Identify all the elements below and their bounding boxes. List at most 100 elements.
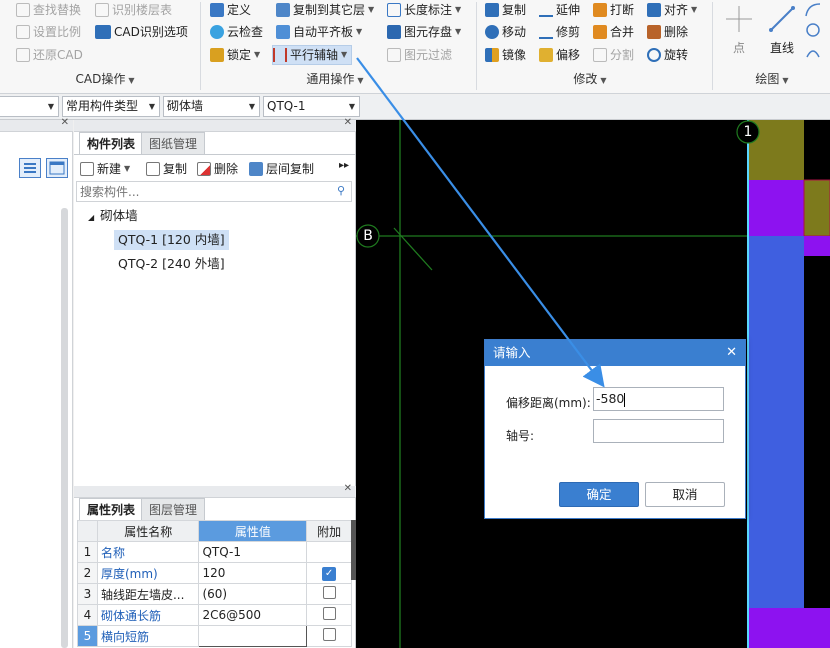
wall-segment-purple[interactable] [748,180,804,236]
offset-distance-input[interactable]: -580 [593,387,724,411]
ribbon-divider [712,2,713,90]
table-row[interactable]: 4 砌体通长筋 2C6@500 [77,604,352,626]
break-button[interactable]: 打断 [593,0,634,20]
filter-icon [387,48,401,62]
cloud-check-button[interactable]: 云检查 [210,22,263,42]
property-name: 名称 [96,541,200,563]
floor-copy-button[interactable]: 层间复制 [249,159,314,179]
table-row[interactable]: 2 厚度(mm) 120 ✓ [77,562,352,584]
circle-icon [806,23,820,37]
ok-button[interactable]: 确定 [559,482,639,507]
trim-button[interactable]: 修剪 [539,22,580,42]
chevron-down-icon: ▼ [455,5,462,14]
close-icon[interactable]: ✕ [61,117,69,128]
lock-button[interactable]: 锁定 ▼ [210,45,260,65]
mirror-icon [485,48,499,62]
property-value[interactable]: 120 [198,562,308,584]
copy-component-button[interactable]: 复制 [146,159,187,179]
table-row[interactable]: 3 轴线距左墙皮... (60) [77,583,352,605]
more-actions-icon[interactable]: ▸▸ [339,160,349,171]
circle-tool-button[interactable] [804,22,824,40]
group-label-modify[interactable]: 修改 ▼ [540,69,640,89]
copy-button[interactable]: 复制 [485,0,526,20]
point-tool-button[interactable]: 点 [722,4,756,55]
element-save-button[interactable]: 图元存盘 ▼ [387,22,461,42]
attach-checkbox[interactable] [322,607,336,620]
text-cursor [624,392,626,407]
tab-component-list[interactable]: 构件列表 [79,132,144,154]
extend-button[interactable]: 延伸 [539,0,580,20]
arc-tool-button[interactable] [804,2,824,20]
component-panel-header: ✕ [74,117,356,132]
property-value[interactable]: 2C6@500 [198,604,308,626]
tree-root-masonry-wall[interactable]: ◢ 砌体墙 [88,206,138,226]
offset-button[interactable]: 偏移 [539,45,580,65]
component-type-select[interactable]: 常用构件类型 ▼ [62,96,160,117]
align-button[interactable]: 对齐 ▼ [647,0,697,20]
collapse-triangle-icon[interactable]: ◢ [88,213,94,222]
component-element-select[interactable]: QTQ-1 ▼ [263,96,360,117]
merge-button[interactable]: 合并 [593,22,634,42]
close-icon[interactable]: ✕ [726,340,737,366]
property-panel: ✕ 属性列表 图层管理 属性名称 属性值 附加 1 名称 QTQ-1 2 厚度(… [74,483,356,648]
split-button[interactable]: 分割 [593,45,634,65]
copy-to-other-floor-button[interactable]: 复制到其它层 ▼ [276,0,374,20]
wall-segment-blue[interactable] [748,236,804,608]
group-label-cad-ops[interactable]: CAD操作 ▼ [40,69,170,89]
attach-checkbox[interactable] [322,628,336,641]
property-value-editing[interactable] [198,625,308,647]
list-view-button[interactable] [19,158,41,178]
tree-item-qtq-1[interactable]: QTQ-1 [120 内墙] [114,230,229,250]
search-component-input[interactable] [77,182,317,201]
mirror-button[interactable]: 镜像 [485,45,526,65]
close-icon[interactable]: ✕ [344,483,352,494]
wall-segment-olive[interactable] [803,179,830,237]
auto-flat-slab-button[interactable]: 自动平齐板 ▼ [276,22,362,42]
tab-property-list[interactable]: 属性列表 [79,498,144,520]
close-icon[interactable]: ✕ [344,117,352,128]
move-button[interactable]: 移动 [485,22,526,42]
attach-cell [306,583,352,605]
tree-item-qtq-2[interactable]: QTQ-2 [240 外墙] [118,254,225,274]
cad-recognition-options-button[interactable]: CAD识别选项 [95,22,188,42]
set-scale-button[interactable]: 设置比例 [16,22,81,42]
chevron-down-icon: ▼ [47,102,54,111]
group-label-general-ops[interactable]: 通用操作 ▼ [270,69,400,89]
table-row[interactable]: 5 横向短筋 [77,625,352,647]
identify-floor-table-button[interactable]: 识别楼层表 [95,0,172,20]
tab-layer-management[interactable]: 图层管理 [141,498,206,520]
length-dimension-button[interactable]: 长度标注 ▼ [387,0,461,20]
property-value[interactable]: QTQ-1 [198,541,308,563]
find-replace-button[interactable]: 查找替换 [16,0,81,20]
line-tool-button[interactable]: 直线 [764,4,800,55]
row-number: 4 [77,604,98,626]
dialog-titlebar: 请输入 ✕ [485,340,745,366]
element-filter-button[interactable]: 图元过滤 [387,45,452,65]
tree-view-button[interactable] [46,158,68,178]
component-category-select[interactable]: 砌体墙 ▼ [163,96,260,117]
restore-cad-button[interactable]: 还原CAD [16,45,83,65]
navigation-scrollbar[interactable] [61,208,68,648]
input-dialog: 请输入 ✕ 偏移距离(mm): -580 轴号: 确定 取消 [484,339,746,519]
attach-checkbox-checked[interactable]: ✓ [322,567,337,581]
wall-segment-purple[interactable] [804,236,830,256]
parallel-aux-axis-button[interactable]: 平行辅轴 ▼ [272,45,353,65]
delete-button[interactable]: 删除 [647,22,688,42]
restore-cad-icon [16,48,30,62]
define-button[interactable]: 定义 [210,0,251,20]
arc-three-point-tool-button[interactable] [804,44,824,62]
new-component-button[interactable]: 新建 ▼ [80,159,130,179]
search-icon[interactable]: ⚲ [337,184,345,197]
group-label-draw[interactable]: 绘图 ▼ [742,69,802,89]
attach-checkbox[interactable] [322,586,336,599]
cancel-button[interactable]: 取消 [645,482,725,507]
rotate-button[interactable]: 旋转 [647,45,688,65]
table-row[interactable]: 1 名称 QTQ-1 [77,541,352,563]
floor-select[interactable]: ▼ [0,96,59,117]
tab-drawing-management[interactable]: 图纸管理 [141,132,206,154]
delete-component-button[interactable]: 删除 [197,159,238,179]
chevron-down-icon: ▼ [128,76,135,85]
axis-number-input[interactable] [593,419,724,443]
wall-segment-purple[interactable] [748,608,830,648]
property-value[interactable]: (60) [198,583,308,605]
